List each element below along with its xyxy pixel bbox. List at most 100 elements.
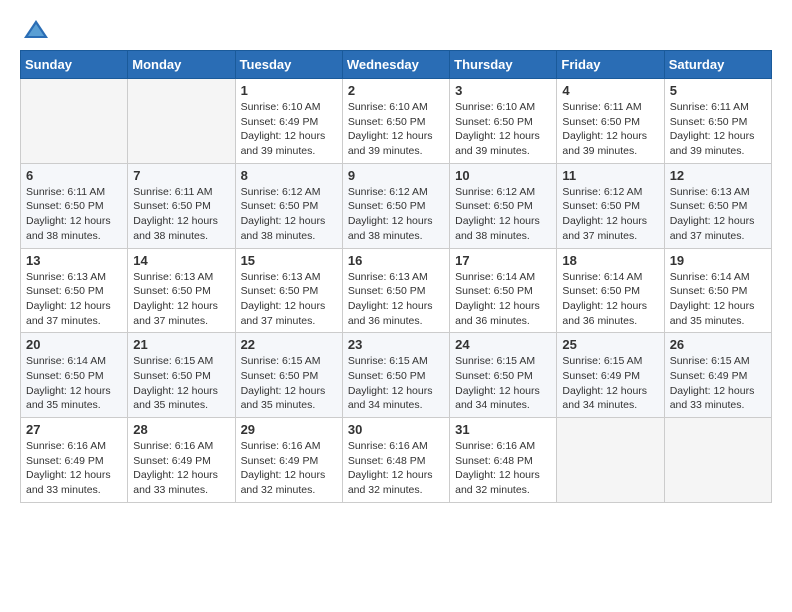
calendar-cell: 14 Sunrise: 6:13 AM Sunset: 6:50 PM Dayli… [128, 248, 235, 333]
calendar-cell: 24Sunrise: 6:15 AM Sunset: 6:50 PM Dayli… [450, 333, 557, 418]
day-info: Sunrise: 6:11 AM Sunset: 6:50 PM Dayligh… [670, 100, 766, 159]
col-header-sunday: Sunday [21, 51, 128, 79]
day-number: 22 [241, 337, 337, 352]
calendar-cell [557, 418, 664, 503]
day-number: 16 [348, 253, 444, 268]
day-info: Sunrise: 6:16 AM Sunset: 6:48 PM Dayligh… [348, 439, 444, 498]
day-info: Sunrise: 6:12 AM Sunset: 6:50 PM Dayligh… [348, 185, 444, 244]
day-number: 23 [348, 337, 444, 352]
day-info: Sunrise: 6:11 AM Sunset: 6:50 PM Dayligh… [133, 185, 229, 244]
calendar-cell: 16Sunrise: 6:13 AM Sunset: 6:50 PM Dayli… [342, 248, 449, 333]
day-info: Sunrise: 6:16 AM Sunset: 6:49 PM Dayligh… [241, 439, 337, 498]
day-info: Sunrise: 6:10 AM Sunset: 6:50 PM Dayligh… [455, 100, 551, 159]
day-info: Sunrise: 6:14 AM Sunset: 6:50 PM Dayligh… [455, 270, 551, 329]
calendar-cell: 26Sunrise: 6:15 AM Sunset: 6:49 PM Dayli… [664, 333, 771, 418]
day-number: 11 [562, 168, 658, 183]
col-header-monday: Monday [128, 51, 235, 79]
day-number: 5 [670, 83, 766, 98]
day-info: Sunrise: 6:16 AM Sunset: 6:49 PM Dayligh… [133, 439, 229, 498]
day-number: 17 [455, 253, 551, 268]
calendar-cell: 29 Sunrise: 6:16 AM Sunset: 6:49 PM Dayli… [235, 418, 342, 503]
day-number: 31 [455, 422, 551, 437]
calendar-cell: 23 Sunrise: 6:15 AM Sunset: 6:50 PM Dayli… [342, 333, 449, 418]
calendar-cell: 20 Sunrise: 6:14 AM Sunset: 6:50 PM Dayli… [21, 333, 128, 418]
day-number: 27 [26, 422, 122, 437]
day-info: Sunrise: 6:10 AM Sunset: 6:50 PM Dayligh… [348, 100, 444, 159]
calendar-cell: 22 Sunrise: 6:15 AM Sunset: 6:50 PM Dayli… [235, 333, 342, 418]
col-header-tuesday: Tuesday [235, 51, 342, 79]
day-info: Sunrise: 6:15 AM Sunset: 6:50 PM Dayligh… [455, 354, 551, 413]
calendar-cell: 11 Sunrise: 6:12 AM Sunset: 6:50 PM Dayli… [557, 163, 664, 248]
day-info: Sunrise: 6:13 AM Sunset: 6:50 PM Dayligh… [26, 270, 122, 329]
col-header-friday: Friday [557, 51, 664, 79]
day-number: 30 [348, 422, 444, 437]
calendar-cell: 18 Sunrise: 6:14 AM Sunset: 6:50 PM Dayli… [557, 248, 664, 333]
calendar-week-row: 6 Sunrise: 6:11 AM Sunset: 6:50 PM Daylig… [21, 163, 772, 248]
day-info: Sunrise: 6:15 AM Sunset: 6:49 PM Dayligh… [562, 354, 658, 413]
day-number: 28 [133, 422, 229, 437]
day-info: Sunrise: 6:12 AM Sunset: 6:50 PM Dayligh… [562, 185, 658, 244]
day-number: 26 [670, 337, 766, 352]
day-number: 14 [133, 253, 229, 268]
day-number: 6 [26, 168, 122, 183]
calendar-cell: 12Sunrise: 6:13 AM Sunset: 6:50 PM Dayli… [664, 163, 771, 248]
day-info: Sunrise: 6:14 AM Sunset: 6:50 PM Dayligh… [562, 270, 658, 329]
day-number: 1 [241, 83, 337, 98]
day-number: 10 [455, 168, 551, 183]
day-info: Sunrise: 6:13 AM Sunset: 6:50 PM Dayligh… [241, 270, 337, 329]
calendar: SundayMondayTuesdayWednesdayThursdayFrid… [20, 50, 772, 503]
day-number: 7 [133, 168, 229, 183]
calendar-cell: 5 Sunrise: 6:11 AM Sunset: 6:50 PM Daylig… [664, 79, 771, 164]
calendar-cell [21, 79, 128, 164]
day-info: Sunrise: 6:16 AM Sunset: 6:49 PM Dayligh… [26, 439, 122, 498]
day-info: Sunrise: 6:16 AM Sunset: 6:48 PM Dayligh… [455, 439, 551, 498]
day-info: Sunrise: 6:11 AM Sunset: 6:50 PM Dayligh… [562, 100, 658, 159]
day-number: 8 [241, 168, 337, 183]
day-number: 13 [26, 253, 122, 268]
header [20, 16, 772, 40]
day-info: Sunrise: 6:12 AM Sunset: 6:50 PM Dayligh… [455, 185, 551, 244]
calendar-cell [664, 418, 771, 503]
day-number: 2 [348, 83, 444, 98]
day-info: Sunrise: 6:10 AM Sunset: 6:49 PM Dayligh… [241, 100, 337, 159]
day-info: Sunrise: 6:15 AM Sunset: 6:50 PM Dayligh… [133, 354, 229, 413]
day-number: 18 [562, 253, 658, 268]
calendar-week-row: 20 Sunrise: 6:14 AM Sunset: 6:50 PM Dayli… [21, 333, 772, 418]
day-number: 25 [562, 337, 658, 352]
col-header-saturday: Saturday [664, 51, 771, 79]
calendar-cell: 17 Sunrise: 6:14 AM Sunset: 6:50 PM Dayli… [450, 248, 557, 333]
calendar-cell: 27 Sunrise: 6:16 AM Sunset: 6:49 PM Dayli… [21, 418, 128, 503]
page: SundayMondayTuesdayWednesdayThursdayFrid… [0, 0, 792, 612]
day-info: Sunrise: 6:15 AM Sunset: 6:50 PM Dayligh… [348, 354, 444, 413]
calendar-cell: 2 Sunrise: 6:10 AM Sunset: 6:50 PM Daylig… [342, 79, 449, 164]
day-info: Sunrise: 6:14 AM Sunset: 6:50 PM Dayligh… [26, 354, 122, 413]
day-info: Sunrise: 6:12 AM Sunset: 6:50 PM Dayligh… [241, 185, 337, 244]
calendar-cell: 31 Sunrise: 6:16 AM Sunset: 6:48 PM Dayli… [450, 418, 557, 503]
day-number: 9 [348, 168, 444, 183]
calendar-cell: 28 Sunrise: 6:16 AM Sunset: 6:49 PM Dayli… [128, 418, 235, 503]
logo [20, 16, 50, 40]
calendar-header-row: SundayMondayTuesdayWednesdayThursdayFrid… [21, 51, 772, 79]
calendar-cell: 21Sunrise: 6:15 AM Sunset: 6:50 PM Dayli… [128, 333, 235, 418]
calendar-week-row: 27 Sunrise: 6:16 AM Sunset: 6:49 PM Dayli… [21, 418, 772, 503]
calendar-cell [128, 79, 235, 164]
day-number: 29 [241, 422, 337, 437]
day-number: 19 [670, 253, 766, 268]
calendar-week-row: 1 Sunrise: 6:10 AM Sunset: 6:49 PM Daylig… [21, 79, 772, 164]
day-info: Sunrise: 6:13 AM Sunset: 6:50 PM Dayligh… [133, 270, 229, 329]
day-info: Sunrise: 6:15 AM Sunset: 6:50 PM Dayligh… [241, 354, 337, 413]
calendar-cell: 4Sunrise: 6:11 AM Sunset: 6:50 PM Daylig… [557, 79, 664, 164]
col-header-thursday: Thursday [450, 51, 557, 79]
calendar-cell: 19 Sunrise: 6:14 AM Sunset: 6:50 PM Dayli… [664, 248, 771, 333]
calendar-cell: 1 Sunrise: 6:10 AM Sunset: 6:49 PM Daylig… [235, 79, 342, 164]
calendar-week-row: 13 Sunrise: 6:13 AM Sunset: 6:50 PM Dayli… [21, 248, 772, 333]
logo-icon [22, 16, 50, 44]
calendar-cell: 8 Sunrise: 6:12 AM Sunset: 6:50 PM Daylig… [235, 163, 342, 248]
day-number: 20 [26, 337, 122, 352]
calendar-cell: 6Sunrise: 6:11 AM Sunset: 6:50 PM Daylig… [21, 163, 128, 248]
day-number: 3 [455, 83, 551, 98]
calendar-cell: 7 Sunrise: 6:11 AM Sunset: 6:50 PM Daylig… [128, 163, 235, 248]
calendar-cell: 10 Sunrise: 6:12 AM Sunset: 6:50 PM Dayli… [450, 163, 557, 248]
calendar-cell: 25 Sunrise: 6:15 AM Sunset: 6:49 PM Dayli… [557, 333, 664, 418]
day-info: Sunrise: 6:14 AM Sunset: 6:50 PM Dayligh… [670, 270, 766, 329]
